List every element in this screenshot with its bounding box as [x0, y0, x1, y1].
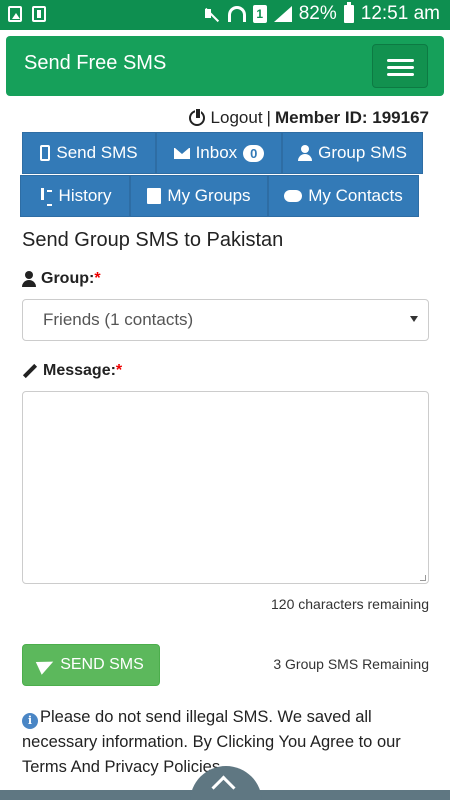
group-select[interactable]: Friends (1 contacts)	[22, 299, 429, 341]
status-bar: 1 82% 12:51 am	[0, 0, 450, 30]
wifi-icon	[227, 6, 246, 22]
tab-inbox[interactable]: Inbox 0	[156, 132, 282, 174]
tab-group-sms[interactable]: Group SMS	[282, 132, 423, 174]
menu-toggle-button[interactable]	[372, 44, 428, 88]
logout-link[interactable]: Logout	[211, 108, 263, 128]
tab-label: Send SMS	[56, 143, 138, 162]
tab-label: Group SMS	[318, 143, 407, 162]
member-line: Logout | Member ID: 199167	[188, 108, 429, 128]
send-button-label: SEND SMS	[60, 656, 144, 673]
group-label-text: Group:	[41, 270, 95, 287]
hamburger-bar	[387, 59, 414, 62]
envelope-icon	[173, 147, 190, 159]
tab-history[interactable]: History	[20, 175, 130, 217]
tab-row-2: History My Groups My Contacts	[20, 175, 419, 217]
tab-row-1: Send SMS Inbox 0 Group SMS	[22, 132, 423, 174]
tab-label: Inbox	[195, 143, 238, 162]
member-id: Member ID: 199167	[274, 108, 429, 127]
required-mark: *	[115, 362, 123, 379]
cloud-download-icon	[284, 190, 303, 202]
clock: 12:51 am	[360, 3, 440, 24]
book-icon	[147, 188, 162, 204]
required-mark: *	[94, 270, 101, 287]
battery-icon	[343, 2, 354, 23]
inbox-count-badge: 0	[243, 144, 265, 162]
tab-send-sms[interactable]: Send SMS	[22, 132, 156, 174]
hamburger-bar	[387, 66, 414, 69]
pencil-icon	[22, 363, 38, 379]
characters-remaining: 120 characters remaining	[271, 596, 429, 612]
image-notification-icon	[8, 6, 22, 22]
tab-my-contacts[interactable]: My Contacts	[268, 175, 419, 217]
sim-icon: 1	[252, 5, 267, 23]
caret-down-icon	[410, 316, 418, 322]
power-icon[interactable]	[188, 108, 205, 126]
info-icon: i	[22, 713, 38, 729]
user-icon	[22, 271, 36, 287]
group-selected-value: Friends (1 contacts)	[43, 310, 194, 329]
group-sms-remaining: 3 Group SMS Remaining	[273, 656, 429, 672]
message-label-text: Message:	[43, 362, 116, 379]
separator: |	[266, 108, 271, 127]
group-label: Group:*	[22, 270, 101, 288]
user-icon	[298, 145, 313, 161]
navbar: Send Free SMS	[6, 36, 444, 96]
signal-icon	[273, 6, 292, 22]
legal-notice-text: Please do not send illegal SMS. We saved…	[22, 708, 401, 776]
download-notification-icon	[32, 6, 46, 22]
notification-icons	[8, 6, 46, 22]
sort-icon	[39, 188, 53, 206]
tab-label: My Groups	[167, 186, 251, 205]
mobile-phone-icon	[40, 145, 51, 161]
tab-label: History	[58, 186, 112, 205]
page-title: Send Group SMS to Pakistan	[22, 229, 284, 251]
message-textarea[interactable]	[22, 391, 429, 584]
hamburger-bar	[387, 73, 414, 76]
brand-title[interactable]: Send Free SMS	[24, 52, 166, 75]
message-label: Message:*	[22, 362, 122, 380]
status-right: 1 82% 12:51 am	[203, 2, 440, 25]
send-icon	[35, 655, 57, 675]
send-sms-button[interactable]: SEND SMS	[22, 644, 160, 686]
tab-my-groups[interactable]: My Groups	[130, 175, 268, 217]
battery-percent: 82%	[298, 3, 337, 24]
mute-icon	[203, 6, 221, 22]
tab-label: My Contacts	[308, 186, 403, 205]
